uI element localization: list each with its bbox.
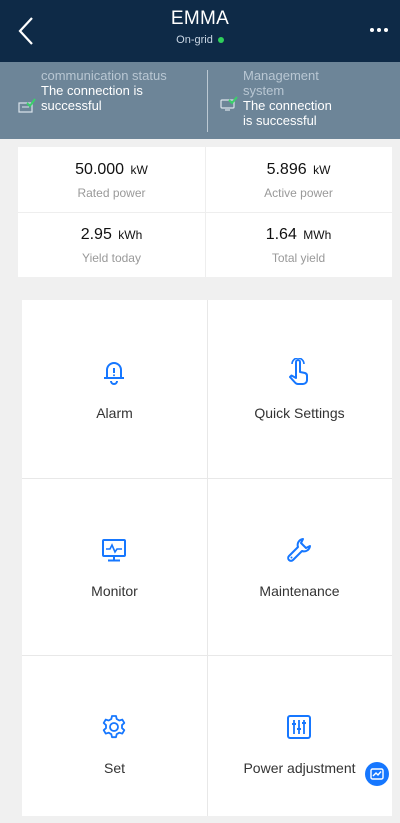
wrench-icon <box>285 536 313 564</box>
set-tile[interactable]: Set <box>22 655 207 823</box>
monitor-tile[interactable]: Monitor <box>22 478 207 650</box>
gear-icon <box>100 713 128 741</box>
management-system-status: Management system The connection is succ… <box>220 68 390 134</box>
metric-unit: kW <box>313 163 331 177</box>
page-title: EMMA <box>170 8 230 29</box>
maintenance-tile[interactable]: Maintenance <box>207 478 392 650</box>
communication-status-value-1: The connection is <box>41 83 143 98</box>
connection-status-bar: communication status The connection is s… <box>0 62 400 139</box>
metric-label: Active power <box>264 186 333 200</box>
maintenance-label: Maintenance <box>259 583 340 599</box>
title-block: EMMA On-grid <box>0 8 400 48</box>
metric-value: 5.896 <box>266 161 307 178</box>
communication-status-label: communication status <box>41 68 167 83</box>
monitor-icon <box>100 536 128 564</box>
function-grid: Alarm Quick Settings Monitor Maintenance… <box>22 300 392 816</box>
rated-power-metric: 50.000 kW Rated power <box>18 147 205 212</box>
monitor-label: Monitor <box>91 583 138 599</box>
management-status-value-1: The connection <box>243 98 332 113</box>
management-status-value-2: is successful <box>243 113 317 128</box>
metrics-card: 50.000 kW Rated power 5.896 kW Active po… <box>18 147 392 277</box>
communication-status: communication status The connection is s… <box>18 68 203 134</box>
trend-chart-icon <box>370 768 384 780</box>
trend-chart-button[interactable] <box>365 762 389 786</box>
alarm-label: Alarm <box>96 405 133 421</box>
active-power-metric: 5.896 kW Active power <box>205 147 392 212</box>
metric-value: 2.95 <box>80 226 112 243</box>
quick-settings-label: Quick Settings <box>254 405 345 421</box>
grid-status: On-grid <box>176 33 224 47</box>
metric-label: Yield today <box>82 251 141 265</box>
bell-icon <box>100 358 128 386</box>
more-icon <box>370 28 388 32</box>
metric-unit: kW <box>130 163 148 177</box>
metric-label: Total yield <box>271 251 326 265</box>
more-button[interactable] <box>368 22 390 38</box>
hand-pointer-icon <box>285 357 313 386</box>
connection-ok-icon <box>18 98 36 113</box>
yield-today-metric: 2.95 kWh Yield today <box>18 212 205 277</box>
communication-status-value-2: successful <box>41 98 102 113</box>
metric-unit: kWh <box>118 228 143 242</box>
total-yield-metric: 1.64 MWh Total yield <box>205 212 392 277</box>
connection-ok-icon <box>220 96 238 111</box>
app-header: EMMA On-grid <box>0 0 400 62</box>
metric-value: 50.000 <box>75 161 125 178</box>
metric-value: 1.64 <box>265 226 297 243</box>
status-divider <box>207 70 208 132</box>
status-dot-icon <box>217 37 224 43</box>
power-adjustment-tile[interactable]: Power adjustment <box>207 655 392 823</box>
metrics-divider <box>18 212 392 213</box>
grid-status-label: On-grid <box>176 34 213 46</box>
metric-label: Rated power <box>77 186 146 200</box>
set-label: Set <box>103 760 125 776</box>
quick-settings-tile[interactable]: Quick Settings <box>207 300 392 472</box>
metric-unit: MWh <box>303 228 332 242</box>
sliders-icon <box>285 713 313 741</box>
management-status-label-2: system <box>243 83 285 98</box>
management-status-label-1: Management <box>243 68 319 83</box>
alarm-tile[interactable]: Alarm <box>22 300 207 472</box>
